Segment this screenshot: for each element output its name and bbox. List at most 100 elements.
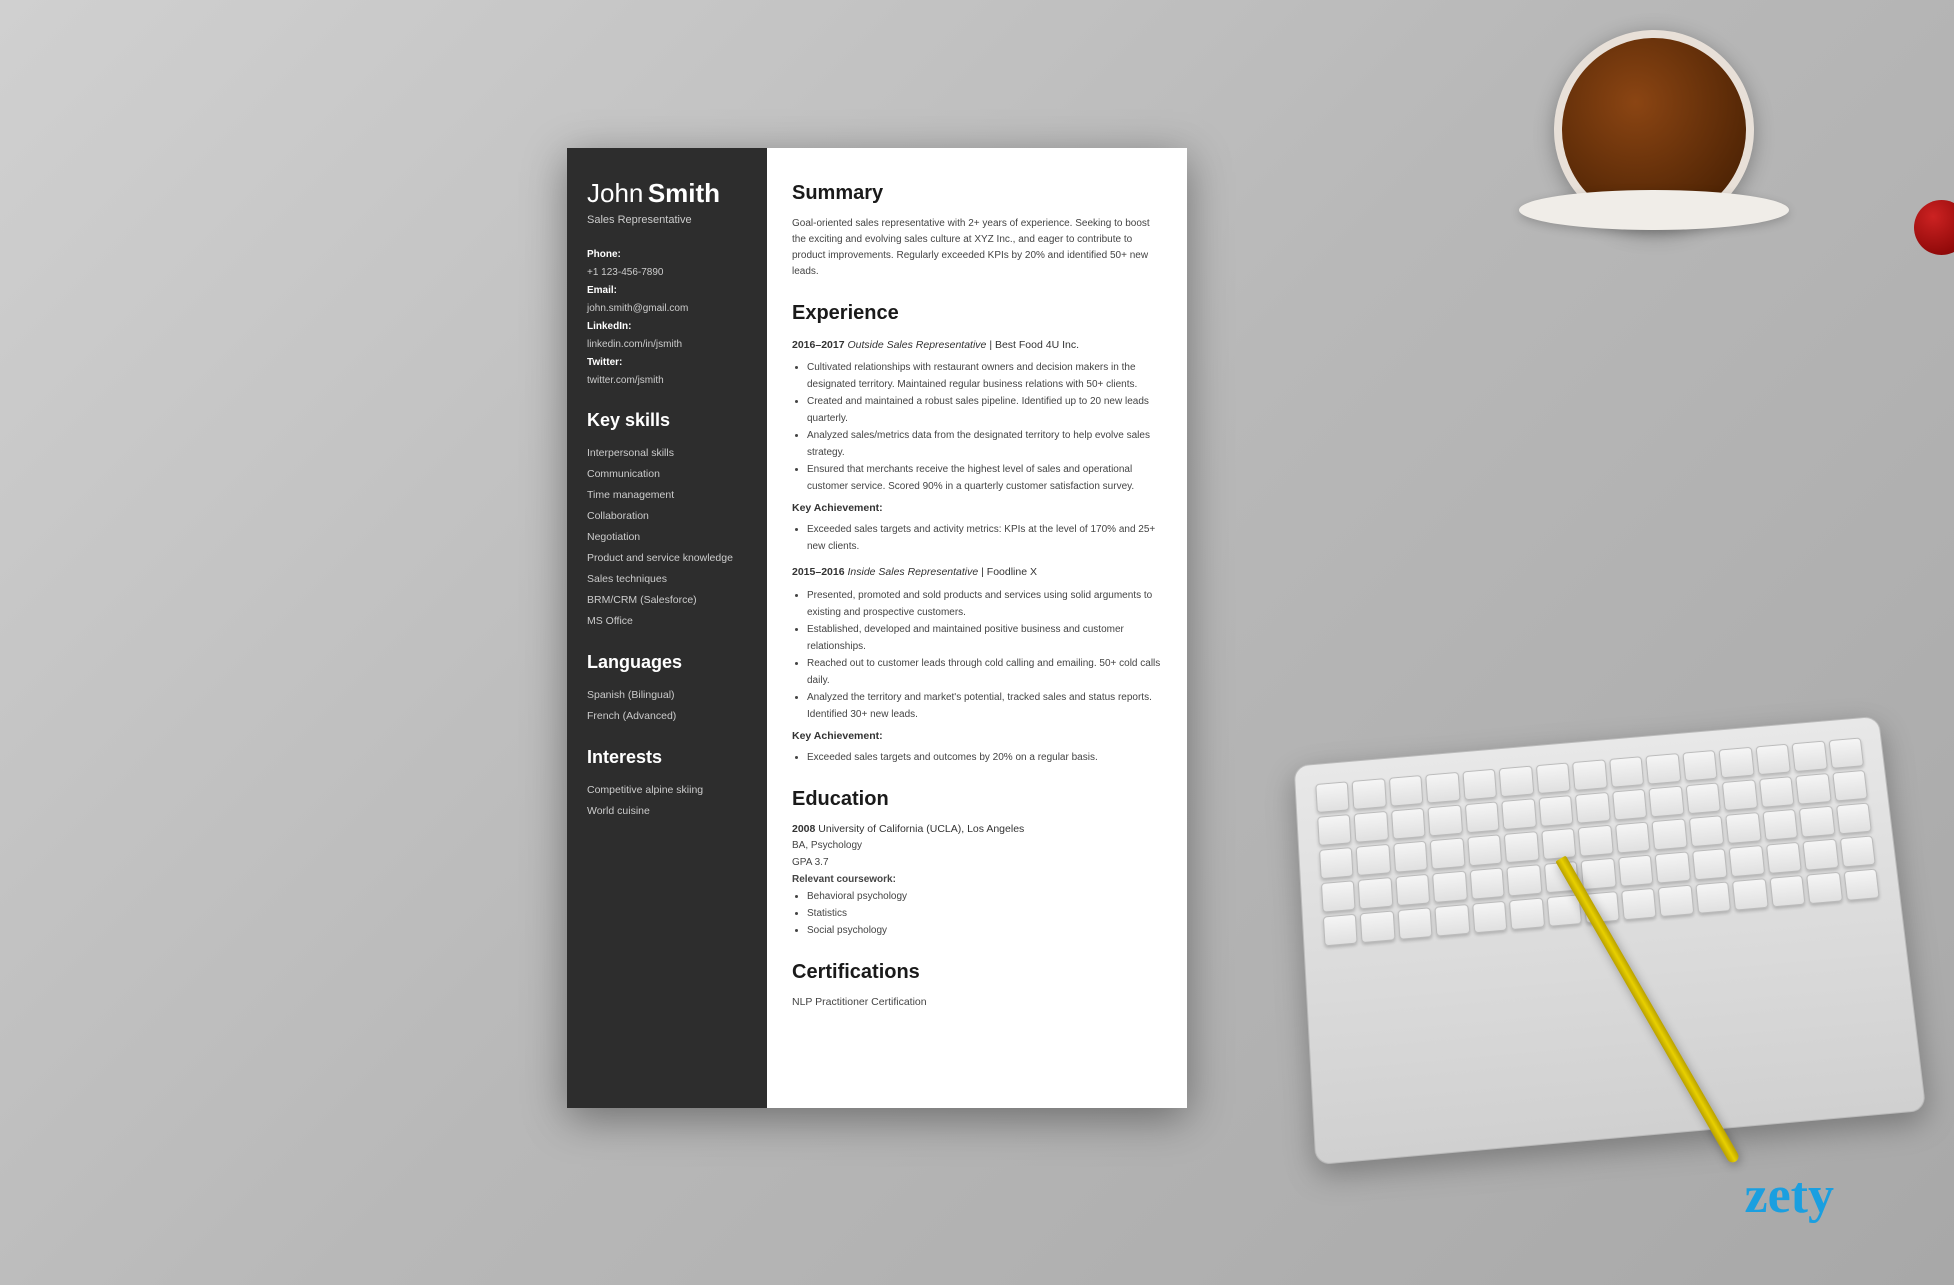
list-item: Presented, promoted and sold products an… [807,587,1162,621]
list-item: Sales techniques [587,569,747,590]
key [1317,814,1352,846]
key [1538,795,1573,827]
key [1393,841,1428,873]
key [1572,759,1607,791]
key [1689,815,1725,847]
list-item: Statistics [807,905,1162,922]
key [1806,872,1842,904]
key [1621,888,1657,920]
key [1646,753,1681,785]
key [1832,770,1868,802]
list-item: Negotiation [587,527,747,548]
key [1462,769,1497,801]
list-item: Reached out to customer leads through co… [807,655,1162,689]
contact-info: Phone: +1 123-456-7890 Email: john.smith… [587,246,747,390]
key [1472,901,1508,934]
edu-degree: BA, Psychology [792,837,1162,854]
linkedin-value: linkedin.com/in/jsmith [587,336,747,354]
twitter-label: Twitter: [587,354,747,372]
email-label: Email: [587,282,747,300]
key [1315,781,1350,813]
job-header-1: 2016–2017 Outside Sales Representative |… [792,338,1162,354]
interests-section-title: Interests [587,747,747,768]
key [1360,910,1395,943]
key [1358,877,1393,909]
experience-title: Experience [792,298,1162,328]
key [1769,875,1805,907]
key [1507,864,1543,896]
key [1685,782,1721,814]
key [1843,869,1880,901]
list-item: Interpersonal skills [587,443,747,464]
key [1323,914,1358,947]
key [1578,825,1614,857]
key [1432,871,1467,903]
key [1321,880,1356,912]
list-item: Established, developed and maintained po… [807,621,1162,655]
phone-label: Phone: [587,246,747,264]
key [1499,766,1534,798]
key [1509,898,1545,931]
key [1652,818,1688,850]
candidate-title: Sales Representative [587,214,747,226]
job-title-1: Outside Sales Representative | Best Food… [847,339,1079,351]
achievement-text-1: Exceeded sales targets and activity metr… [792,521,1162,555]
coffee-saucer [1519,190,1789,230]
job-bullets-1: Cultivated relationships with restaurant… [792,359,1162,495]
edu-coursework-label: Relevant coursework: [792,871,1162,888]
key [1722,779,1758,811]
key [1354,811,1389,843]
twitter-row: Twitter: twitter.com/jsmith [587,354,747,390]
list-item: Exceeded sales targets and outcomes by 2… [807,749,1162,766]
education-block: 2008 University of California (UCLA), Lo… [792,822,1162,940]
job-title-2: Inside Sales Representative | Foodline X [847,566,1037,578]
edu-gpa: GPA 3.7 [792,854,1162,871]
key [1581,858,1617,890]
education-title: Education [792,784,1162,814]
job-header-2: 2015–2016 Inside Sales Representative | … [792,565,1162,581]
candidate-name: John Smith [587,178,747,209]
key [1356,844,1391,876]
list-item: Exceeded sales targets and activity metr… [807,521,1162,555]
phone-row: Phone: +1 123-456-7890 [587,246,747,282]
key [1803,839,1839,871]
key [1732,878,1768,910]
list-item: Analyzed sales/metrics data from the des… [807,427,1162,461]
key [1389,775,1424,807]
key [1395,874,1430,906]
key [1465,801,1500,833]
key [1504,831,1539,863]
summary-title: Summary [792,178,1162,208]
key [1319,847,1354,879]
key [1695,881,1731,913]
edu-year: 2008 [792,823,815,835]
list-item: World cuisine [587,801,747,822]
key [1609,756,1644,788]
certifications-title: Certifications [792,957,1162,987]
key [1792,741,1828,772]
languages-list: Spanish (Bilingual) French (Advanced) [587,685,747,727]
key [1755,744,1791,775]
key [1428,805,1463,837]
key [1655,851,1691,883]
certification-item: NLP Practitioner Certification [792,995,1162,1011]
summary-text: Goal-oriented sales representative with … [792,216,1162,280]
job-year-1: 2016–2017 [792,339,845,351]
key [1430,837,1465,869]
email-value: john.smith@gmail.com [587,300,747,318]
list-item: French (Advanced) [587,706,747,727]
key [1759,776,1795,808]
languages-section-title: Languages [587,652,747,673]
list-item: Created and maintained a robust sales pi… [807,393,1162,427]
key [1762,809,1798,841]
zety-logo: zety [1745,1166,1834,1225]
job-bullets-2: Presented, promoted and sold products an… [792,587,1162,723]
list-item: Analyzed the territory and market's pote… [807,689,1162,723]
edu-school: University of California (UCLA), Los Ang… [818,823,1024,835]
key [1352,778,1387,810]
list-item: Cultivated relationships with restaurant… [807,359,1162,393]
achievement-text-2: Exceeded sales targets and outcomes by 2… [792,749,1162,766]
key [1836,803,1872,835]
key [1766,842,1802,874]
key [1615,822,1651,854]
